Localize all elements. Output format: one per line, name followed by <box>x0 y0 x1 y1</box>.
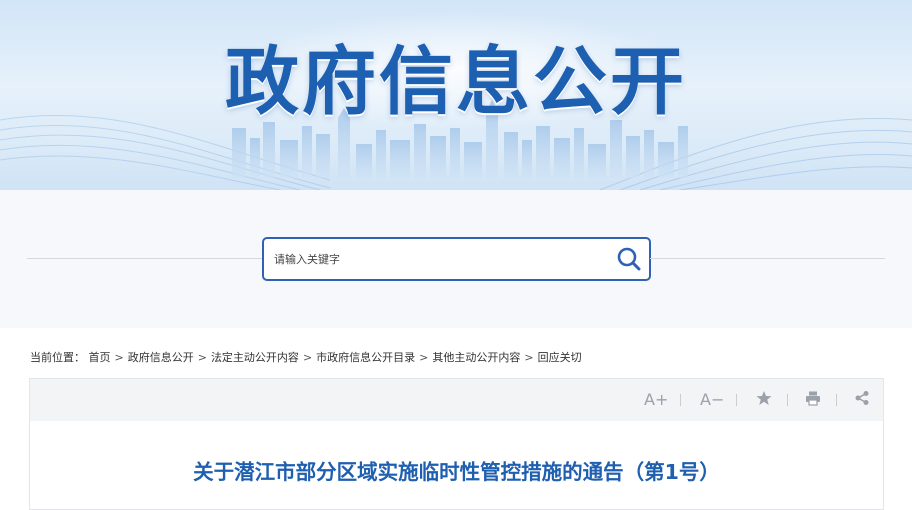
toolbar-divider <box>836 394 837 406</box>
breadcrumb-statutory-content[interactable]: 法定主动公开内容 <box>211 351 299 364</box>
article-panel: A+ A− 关于潜江市部分区域实施临时性管控措施的通告（第1号） <box>29 378 884 510</box>
breadcrumb-separator: > <box>302 351 313 364</box>
font-increase-button[interactable]: A+ <box>644 390 668 410</box>
article-title: 关于潜江市部分区域实施临时性管控措施的通告（第1号） <box>193 460 720 484</box>
favorite-button[interactable] <box>756 390 772 410</box>
toolbar-divider <box>680 394 681 406</box>
breadcrumb-gov-info-public[interactable]: 政府信息公开 <box>128 351 194 364</box>
breadcrumb-separator: > <box>419 351 429 364</box>
breadcrumb-separator: > <box>524 351 534 364</box>
share-button[interactable] <box>854 390 870 410</box>
print-button[interactable] <box>805 390 821 410</box>
search-input[interactable] <box>264 239 594 279</box>
breadcrumb-separator: > <box>114 351 124 364</box>
breadcrumb-other-content[interactable]: 其他主动公开内容 <box>432 351 520 364</box>
printer-icon <box>806 391 820 406</box>
divider-line-right <box>650 258 885 259</box>
header-banner: 政府信息公开 <box>0 0 912 190</box>
breadcrumb: 当前位置： 首页 > 政府信息公开 > 法定主动公开内容 > 市政府信息公开目录 > 其他主动公… <box>30 349 582 365</box>
font-decrease-button[interactable]: A− <box>700 390 724 410</box>
breadcrumb-separator: > <box>197 351 207 364</box>
breadcrumb-prefix: 当前位置： <box>30 351 85 364</box>
toolbar-divider <box>736 394 737 406</box>
share-icon <box>855 391 869 405</box>
search-button[interactable] <box>615 245 643 273</box>
toolbar-divider <box>787 394 788 406</box>
article-toolbar: A+ A− <box>30 379 883 421</box>
search-icon <box>617 247 641 271</box>
breadcrumb-response-concerns[interactable]: 回应关切 <box>538 351 582 364</box>
breadcrumb-home[interactable]: 首页 <box>89 351 111 364</box>
breadcrumb-city-info-catalog[interactable]: 市政府信息公开目录 <box>316 351 415 364</box>
search-box <box>262 237 651 281</box>
divider-line-left <box>27 258 263 259</box>
banner-title: 政府信息公开 <box>225 39 687 125</box>
search-section <box>0 190 912 328</box>
star-icon <box>756 391 772 405</box>
